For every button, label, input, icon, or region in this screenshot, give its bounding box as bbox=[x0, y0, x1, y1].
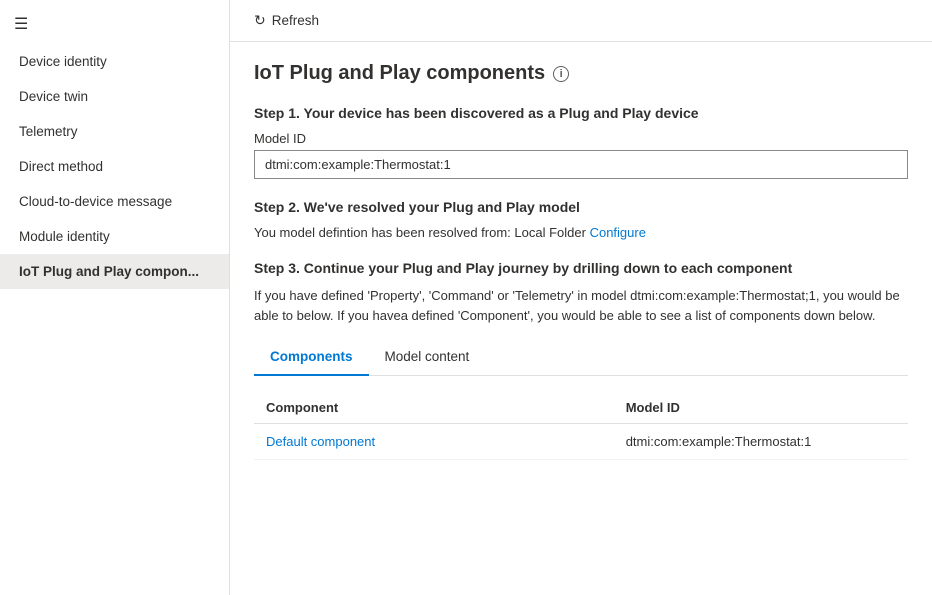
step3-heading: Step 3. Continue your Plug and Play jour… bbox=[254, 260, 908, 276]
tab-components[interactable]: Components bbox=[254, 341, 369, 376]
tabs-container: Components Model content bbox=[254, 341, 908, 376]
content-area: IoT Plug and Play components i Step 1. Y… bbox=[230, 42, 932, 595]
step1-heading: Step 1. Your device has been discovered … bbox=[254, 105, 908, 121]
col-header-model-id: Model ID bbox=[614, 392, 908, 424]
page-title: IoT Plug and Play components bbox=[254, 62, 545, 85]
step3-section: Step 3. Continue your Plug and Play jour… bbox=[254, 260, 908, 460]
refresh-icon: ↻ bbox=[254, 12, 266, 29]
col-header-component: Component bbox=[254, 392, 614, 424]
components-table: Component Model ID Default component dtm… bbox=[254, 392, 908, 460]
sidebar-item-device-identity[interactable]: Device identity bbox=[0, 44, 229, 79]
refresh-label: Refresh bbox=[272, 13, 319, 28]
step2-section: Step 2. We've resolved your Plug and Pla… bbox=[254, 199, 908, 240]
table-row: Default component dtmi:com:example:Therm… bbox=[254, 424, 908, 460]
model-id-input[interactable] bbox=[254, 150, 908, 179]
sidebar: ☰ Device identity Device twin Telemetry … bbox=[0, 0, 230, 595]
hamburger-menu[interactable]: ☰ bbox=[0, 4, 229, 44]
step2-description: You model defintion has been resolved fr… bbox=[254, 225, 908, 240]
tab-model-content[interactable]: Model content bbox=[369, 341, 486, 376]
model-id-label: Model ID bbox=[254, 131, 908, 146]
default-component-link[interactable]: Default component bbox=[266, 434, 375, 449]
page-title-container: IoT Plug and Play components i bbox=[254, 62, 908, 85]
component-cell: Default component bbox=[254, 424, 614, 460]
step2-heading: Step 2. We've resolved your Plug and Pla… bbox=[254, 199, 908, 215]
sidebar-item-module-identity[interactable]: Module identity bbox=[0, 219, 229, 254]
toolbar: ↻ Refresh bbox=[230, 0, 932, 42]
sidebar-item-direct-method[interactable]: Direct method bbox=[0, 149, 229, 184]
sidebar-item-telemetry[interactable]: Telemetry bbox=[0, 114, 229, 149]
refresh-button[interactable]: ↻ Refresh bbox=[246, 8, 327, 33]
main-panel: ↻ Refresh IoT Plug and Play components i… bbox=[230, 0, 932, 595]
configure-link[interactable]: Configure bbox=[590, 225, 646, 240]
step1-section: Step 1. Your device has been discovered … bbox=[254, 105, 908, 179]
info-icon[interactable]: i bbox=[553, 66, 569, 82]
model-id-cell: dtmi:com:example:Thermostat:1 bbox=[614, 424, 908, 460]
sidebar-item-cloud-to-device[interactable]: Cloud-to-device message bbox=[0, 184, 229, 219]
sidebar-item-iot-plug-play[interactable]: IoT Plug and Play compon... bbox=[0, 254, 229, 289]
step3-description: If you have defined 'Property', 'Command… bbox=[254, 286, 908, 325]
sidebar-item-device-twin[interactable]: Device twin bbox=[0, 79, 229, 114]
